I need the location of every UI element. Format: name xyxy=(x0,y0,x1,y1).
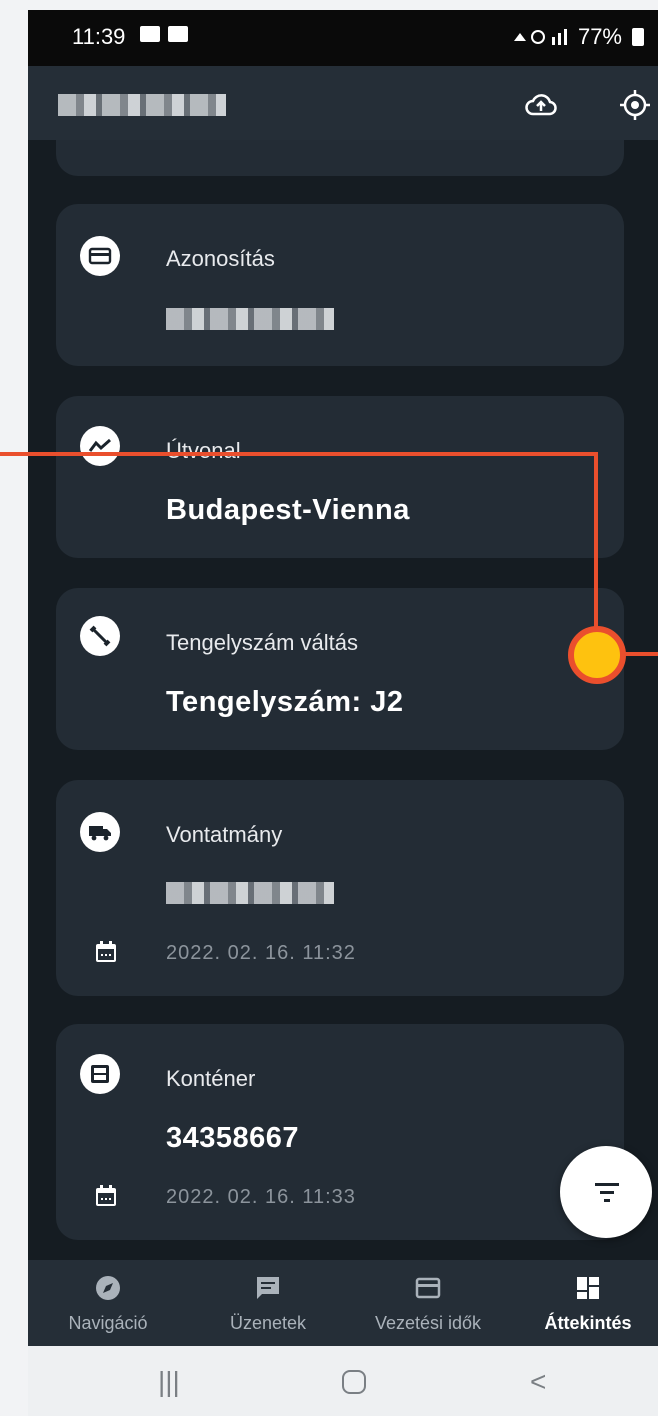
nav-uzenetek[interactable]: Üzenetek xyxy=(188,1260,348,1346)
nav-label: Navigáció xyxy=(68,1313,148,1333)
status-time: 11:39 xyxy=(72,24,126,49)
card-label: Vontatmány xyxy=(166,822,283,847)
battery-icon xyxy=(632,28,644,46)
nav-navigacio[interactable]: Navigáció xyxy=(28,1260,188,1346)
card-date: 2022. 02. 16. 11:33 xyxy=(166,1186,356,1208)
cloud-upload-icon[interactable] xyxy=(524,88,558,122)
card-label: Tengelyszám váltás xyxy=(166,630,358,655)
truck-icon xyxy=(80,812,120,852)
status-bar: 11:39 77% xyxy=(28,10,658,66)
back-icon[interactable]: < xyxy=(530,1366,546,1398)
message-icon xyxy=(257,1277,279,1299)
home-icon[interactable] xyxy=(342,1370,366,1394)
battery-percent: 77% xyxy=(577,24,622,49)
filter-button[interactable] xyxy=(560,1146,652,1238)
nav-vezetesi-idok[interactable]: Vezetési idők xyxy=(348,1260,508,1346)
calendar-icon xyxy=(96,1185,116,1206)
id-card-icon xyxy=(80,236,120,276)
gps-target-icon[interactable] xyxy=(618,88,652,122)
nav-label: Áttekintés xyxy=(544,1313,632,1333)
card-value: Tengelyszám: J2 xyxy=(166,686,404,718)
title-blurred xyxy=(58,94,226,116)
container-icon xyxy=(80,1054,120,1094)
card-tengelyszam[interactable]: Tengelyszám váltás Tengelyszám: J2 xyxy=(56,588,624,750)
previous-card xyxy=(56,140,624,176)
nav-label: Vezetési idők xyxy=(374,1313,482,1333)
status-right: 77% xyxy=(510,24,644,50)
card-azonositas[interactable]: Azonosítás xyxy=(56,204,624,366)
app-notification-icon xyxy=(168,26,188,42)
card-value: 34358667 xyxy=(166,1122,300,1154)
notification-icons xyxy=(140,26,188,42)
annotation-marker xyxy=(568,626,626,684)
annotation-line-horizontal-top xyxy=(0,452,598,456)
card-label: Konténer xyxy=(166,1066,256,1091)
calendar-icon xyxy=(96,941,116,962)
card-kontener[interactable]: Konténer 34358667 2022. 02. 16. 11:33 xyxy=(56,1024,624,1240)
system-navigation-bar: ||| < xyxy=(28,1346,658,1416)
axle-icon xyxy=(80,616,120,656)
filter-icon xyxy=(595,1183,619,1202)
card-icon xyxy=(415,1277,441,1299)
card-vontatmany[interactable]: Vontatmány 2022. 02. 16. 11:32 xyxy=(56,780,624,996)
compass-icon xyxy=(96,1276,120,1300)
phone-screen: 11:39 77% Azonosítás Útvonal Budapest-Vi… xyxy=(28,10,658,1416)
card-value-blurred xyxy=(166,882,334,904)
nav-attekintes[interactable]: Áttekintés xyxy=(518,1260,658,1346)
card-utvonal[interactable]: Útvonal Budapest-Vienna xyxy=(56,396,624,558)
nav-label: Üzenetek xyxy=(229,1313,307,1333)
overview-list: Azonosítás Útvonal Budapest-Vienna Tenge… xyxy=(28,140,658,1260)
gallery-notification-icon xyxy=(140,26,160,42)
recent-apps-icon[interactable]: ||| xyxy=(158,1366,180,1398)
annotation-line-vertical xyxy=(594,452,598,652)
card-value-blurred xyxy=(166,308,334,330)
card-label: Azonosítás xyxy=(166,246,275,271)
card-value: Budapest-Vienna xyxy=(166,494,410,526)
app-bar xyxy=(28,66,658,140)
card-date: 2022. 02. 16. 11:32 xyxy=(166,942,356,964)
route-icon xyxy=(80,426,120,466)
dashboard-icon xyxy=(577,1277,599,1299)
card-label: Útvonal xyxy=(166,438,241,463)
wifi-signal-icon xyxy=(513,29,567,45)
bottom-navigation: Navigáció Üzenetek Vezetési idők Áttekin… xyxy=(28,1260,658,1346)
